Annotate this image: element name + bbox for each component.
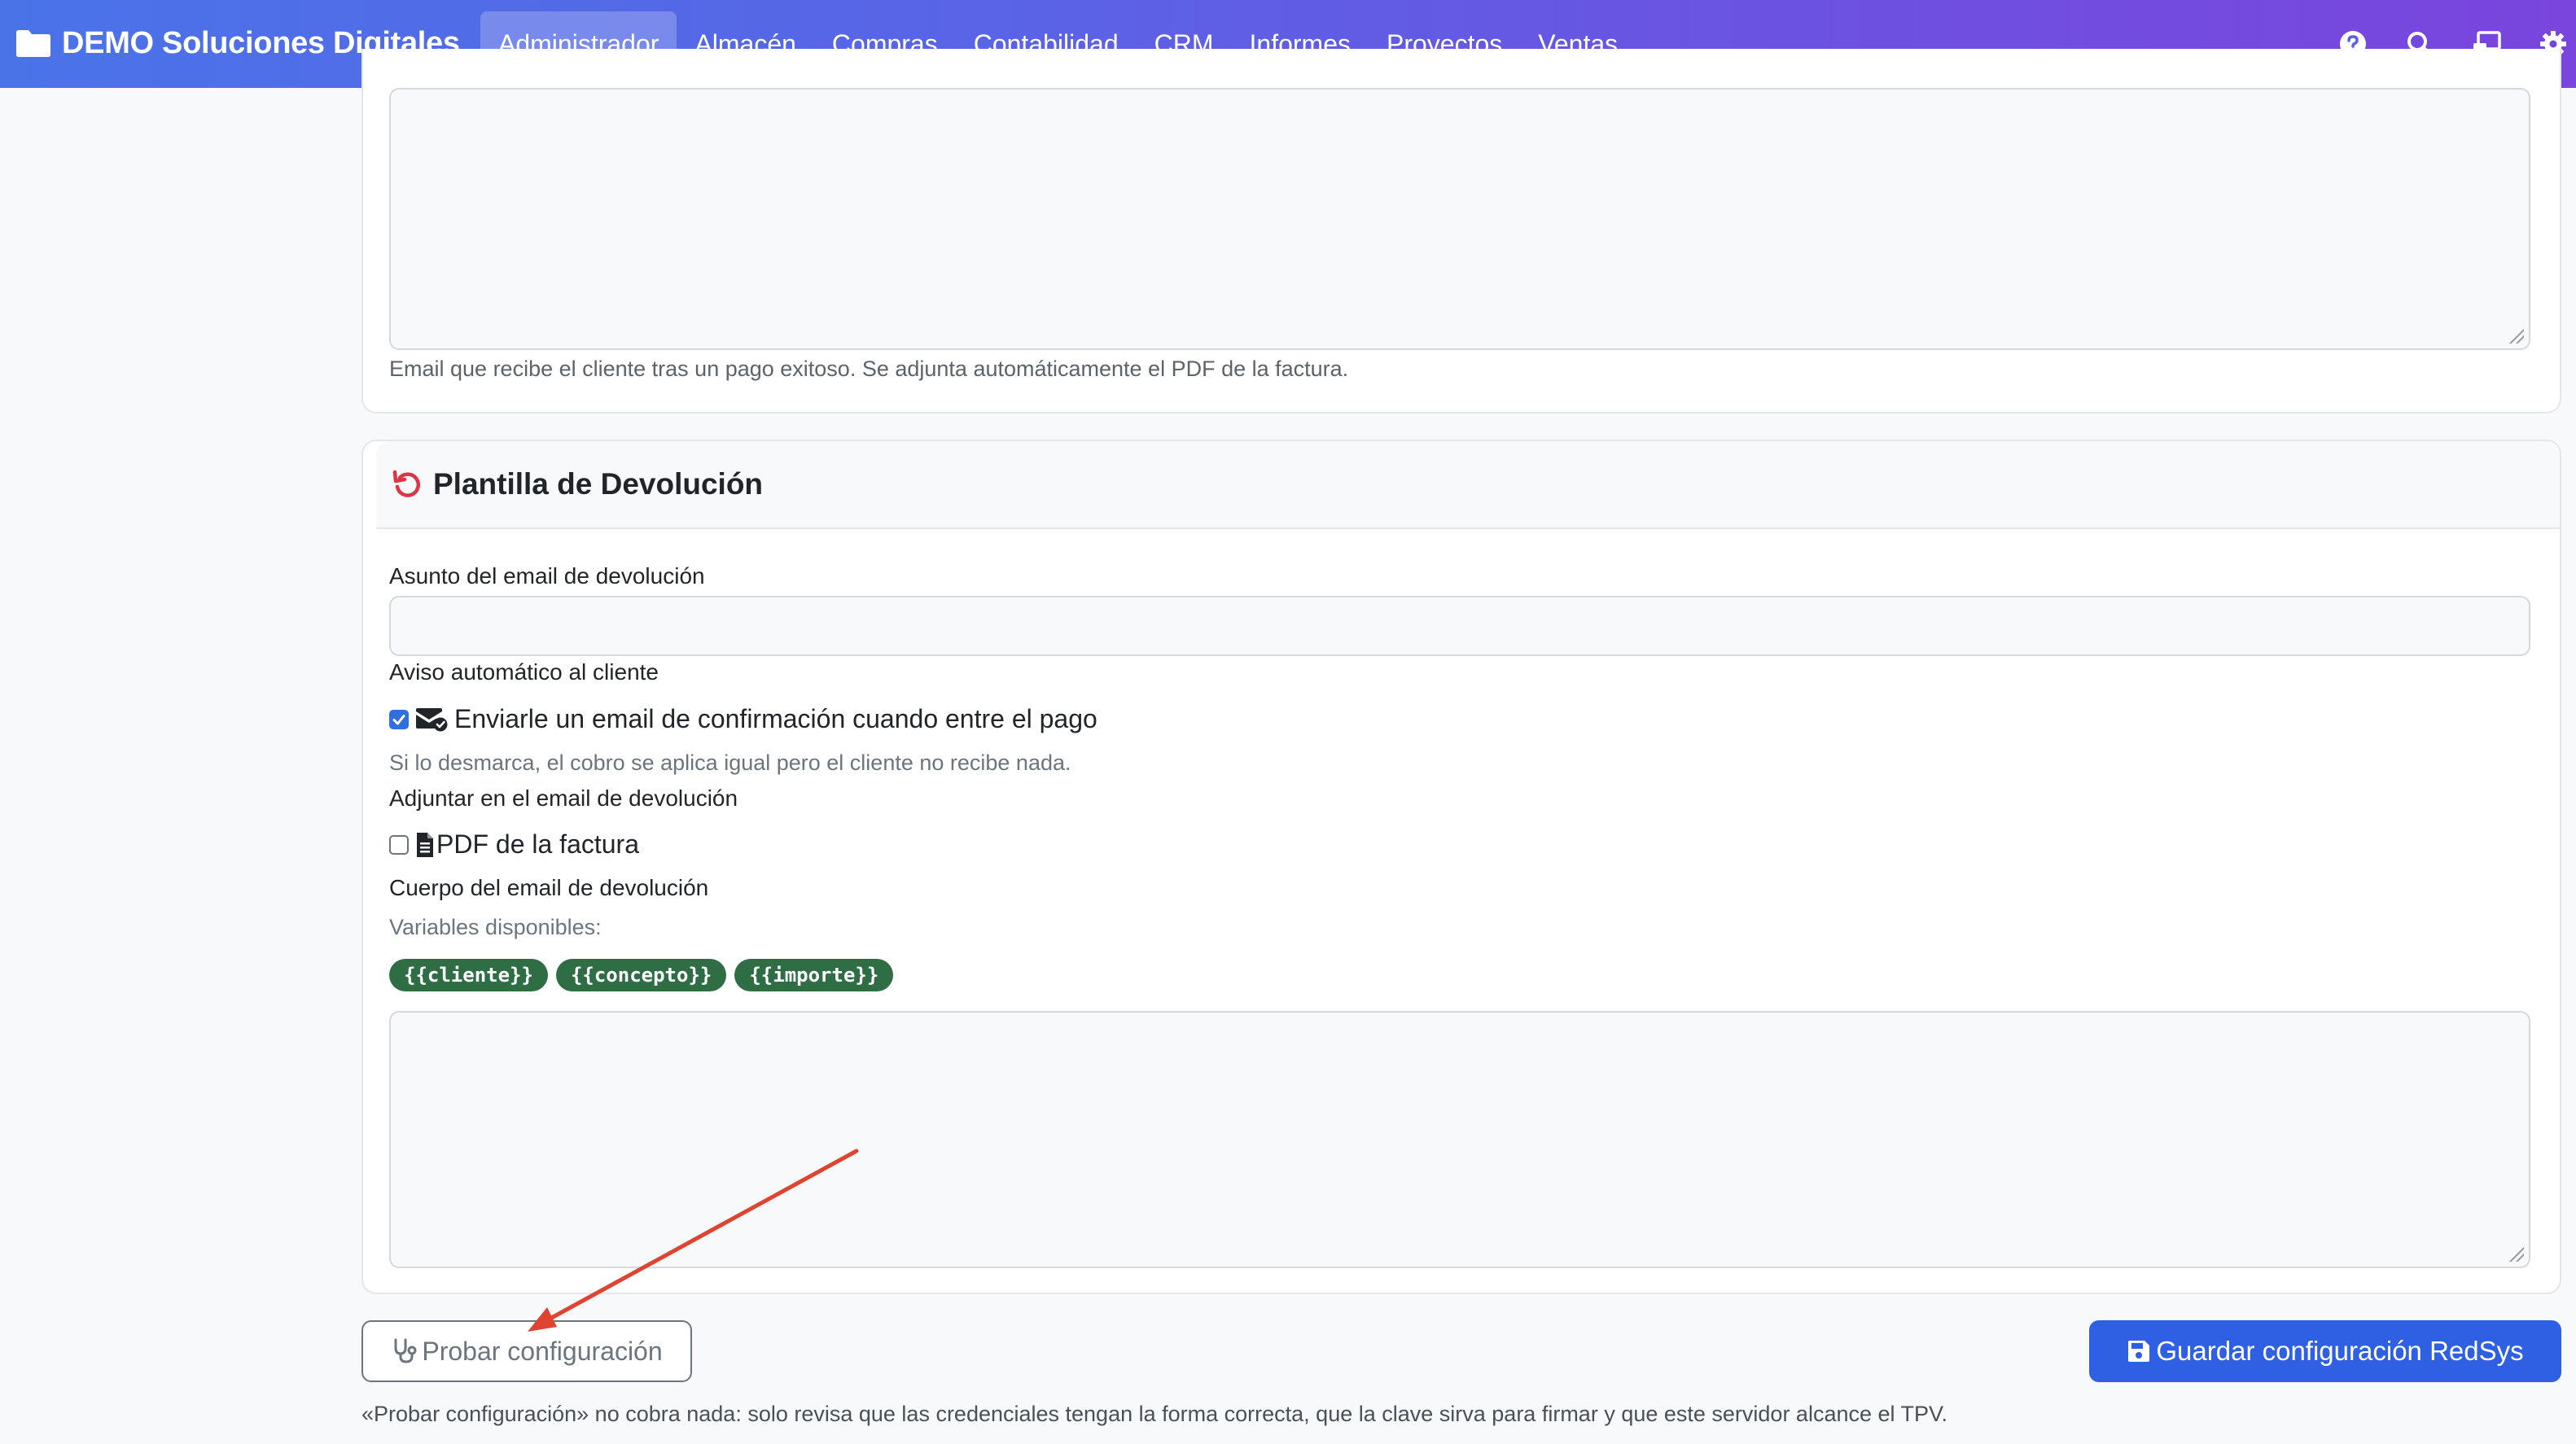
- refund-card-title: Plantilla de Devolución: [433, 467, 764, 501]
- pdf-option[interactable]: PDF de la factura: [389, 829, 639, 860]
- test-config-footnote: «Probar configuración» no cobra nada: so…: [361, 1402, 1948, 1426]
- refund-body-textarea[interactable]: [389, 1011, 2530, 1268]
- pdf-checkbox[interactable]: [389, 834, 409, 855]
- confirmation-template-card: Email que recibe el cliente tras un pago…: [361, 49, 2561, 414]
- notify-help: Si lo desmarca, el cobro se aplica igual…: [389, 750, 1071, 775]
- body-label: Cuerpo del email de devolución: [389, 875, 709, 900]
- save-redsys-button[interactable]: Guardar configuración RedSys: [2089, 1320, 2561, 1382]
- confirmation-body-textarea[interactable]: [389, 88, 2530, 350]
- refund-template-card: Plantilla de Devolución Asunto del email…: [361, 440, 2561, 1294]
- folder-icon: [16, 30, 50, 57]
- save-redsys-label: Guardar configuración RedSys: [2156, 1336, 2524, 1366]
- resize-handle[interactable]: [2508, 1245, 2524, 1262]
- notice-label: Aviso automático al cliente: [389, 659, 659, 685]
- envelope-check-icon: [416, 707, 448, 731]
- variables-label: Variables disponibles:: [389, 915, 602, 939]
- checkmark-icon: [392, 714, 405, 724]
- notify-checkbox-label: Enviarle un email de confirmación cuando…: [454, 704, 1097, 733]
- confirmation-body-help: Email que recibe el cliente tras un pago…: [389, 357, 1349, 381]
- variable-chip-importe[interactable]: {{importe}}: [734, 959, 894, 991]
- attach-label: Adjuntar en el email de devolución: [389, 785, 738, 811]
- resize-handle[interactable]: [2508, 327, 2524, 343]
- notify-option[interactable]: Enviarle un email de confirmación cuando…: [389, 704, 1097, 734]
- variable-chip-concepto[interactable]: {{concepto}}: [555, 959, 727, 991]
- variable-chip-cliente[interactable]: {{cliente}}: [389, 959, 548, 991]
- notify-checkbox[interactable]: [389, 709, 409, 729]
- undo-icon: [392, 470, 421, 497]
- subject-label: Asunto del email de devolución: [389, 563, 705, 589]
- pdf-checkbox-label: PDF de la factura: [436, 829, 639, 859]
- file-pdf-icon: [417, 832, 433, 857]
- test-config-button[interactable]: Probar configuración: [361, 1320, 692, 1382]
- test-config-label: Probar configuración: [422, 1336, 663, 1366]
- subject-input[interactable]: [389, 596, 2530, 656]
- refund-card-header: Plantilla de Devolución: [376, 441, 2560, 529]
- save-icon: [2128, 1341, 2150, 1362]
- stethoscope-icon: [394, 1338, 417, 1363]
- variable-chips: {{cliente}} {{concepto}} {{importe}}: [389, 959, 901, 991]
